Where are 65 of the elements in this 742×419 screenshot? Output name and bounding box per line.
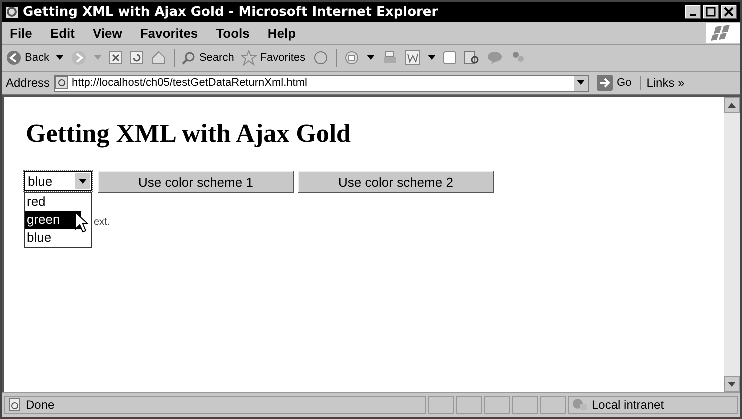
- color-scheme-button[interactable]: Use color scheme 1: [98, 171, 294, 193]
- caret-down-icon: [728, 382, 736, 386]
- zone-text: Local intranet: [592, 398, 664, 412]
- maximize-icon: [706, 7, 716, 17]
- dropdown-option[interactable]: red: [25, 193, 81, 211]
- research-icon[interactable]: [464, 50, 480, 66]
- window-title: Getting XML with Ajax Gold - Microsoft Internet Explorer: [23, 4, 440, 20]
- color-scheme-button[interactable]: Use color scheme 2: [298, 171, 494, 193]
- links-button[interactable]: Links »: [640, 76, 685, 90]
- favorites-button[interactable]: Favorites: [241, 50, 306, 66]
- maximize-button[interactable]: [703, 5, 719, 19]
- windows-flag-icon: [706, 23, 740, 43]
- status-pane: [540, 396, 566, 414]
- status-text: Done: [26, 398, 55, 412]
- note-icon[interactable]: [442, 51, 457, 65]
- dropdown-button[interactable]: [75, 173, 90, 189]
- stop-icon[interactable]: [109, 51, 124, 65]
- page-icon: [55, 76, 70, 90]
- media-icon[interactable]: [312, 50, 329, 66]
- print-icon[interactable]: [382, 50, 398, 66]
- caret-up-icon: [728, 102, 736, 108]
- home-icon[interactable]: [151, 50, 168, 66]
- caret-icon: [577, 80, 586, 86]
- go-button[interactable]: Go: [593, 75, 636, 91]
- mouse-cursor-icon: [75, 212, 89, 234]
- page-heading: Getting XML with Ajax Gold: [26, 119, 352, 149]
- edit-icon[interactable]: [404, 50, 421, 66]
- menu-item[interactable]: Help: [268, 26, 296, 40]
- browser-icon: [5, 5, 19, 19]
- refresh-icon[interactable]: [130, 51, 144, 65]
- scroll-up-button[interactable]: [724, 97, 740, 113]
- dropdown-button[interactable]: [574, 76, 588, 90]
- address-field[interactable]: http://localhost/ch05/testGetDataReturnXml.html: [54, 74, 590, 92]
- menu-item[interactable]: Tools: [216, 26, 250, 40]
- close-icon: [724, 7, 734, 17]
- status-pane: [456, 396, 482, 414]
- color-select[interactable]: blue: [24, 171, 92, 191]
- minimize-button[interactable]: [685, 5, 701, 19]
- search-button[interactable]: Search: [182, 51, 234, 65]
- caret-icon: [78, 178, 86, 184]
- status-pane: [512, 396, 538, 414]
- dropdown-arrow-icon[interactable]: [56, 55, 64, 61]
- dropdown-option[interactable]: green: [25, 211, 81, 229]
- status-pane: [484, 396, 510, 414]
- status-pane: [428, 396, 454, 414]
- body-text: ext.: [94, 217, 110, 228]
- mail-icon[interactable]: [344, 50, 360, 66]
- intranet-icon: [572, 398, 588, 412]
- scroll-down-button[interactable]: [724, 376, 740, 392]
- go-arrow-icon: [597, 75, 614, 91]
- dropdown-arrow-icon[interactable]: [428, 55, 436, 61]
- menu-item[interactable]: File: [10, 26, 32, 40]
- star-icon: [241, 50, 258, 66]
- dropdown-option[interactable]: blue: [25, 229, 81, 247]
- menu-item[interactable]: Favorites: [140, 26, 198, 40]
- close-button[interactable]: [721, 5, 737, 19]
- address-label: Address: [6, 76, 50, 90]
- menu-item[interactable]: View: [92, 26, 122, 40]
- minimize-icon: [690, 14, 696, 16]
- vertical-scrollbar[interactable]: [724, 97, 740, 392]
- dropdown-arrow-icon[interactable]: [366, 55, 375, 61]
- back-button[interactable]: Back: [6, 50, 50, 66]
- menu-item[interactable]: Edit: [50, 26, 75, 40]
- page-icon: [8, 398, 22, 412]
- search-icon: [182, 51, 196, 65]
